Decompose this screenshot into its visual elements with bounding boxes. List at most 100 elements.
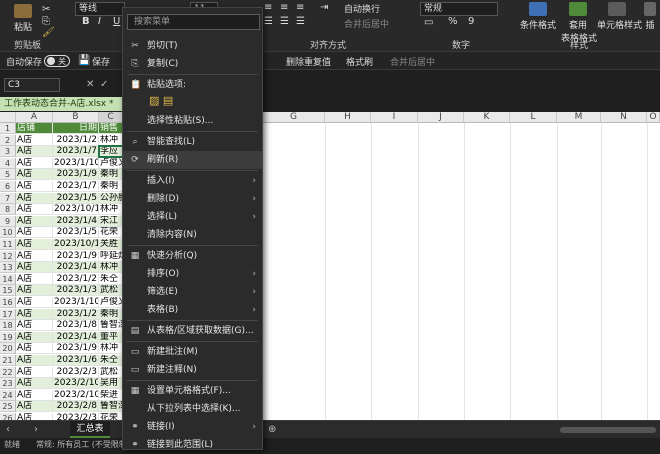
table-cell[interactable]: 李应 <box>98 145 124 159</box>
row-header[interactable]: 19 <box>0 331 16 343</box>
row-header[interactable]: 4 <box>0 157 16 169</box>
column-header[interactable]: O <box>647 112 660 123</box>
table-cell[interactable]: A店 <box>16 366 53 378</box>
column-header[interactable]: J <box>418 112 464 123</box>
align-middle-icon[interactable]: ≡ <box>280 2 288 13</box>
table-cell[interactable]: 2023/1/10 <box>53 297 99 308</box>
underline-button[interactable]: U <box>113 16 120 27</box>
table-cell[interactable]: A店 <box>16 297 53 308</box>
row-header[interactable]: 5 <box>0 169 16 181</box>
worksheet-grid[interactable]: A B C G H I J K L M N O 1 店铺 日期 销售 2 A店 2023/1… <box>0 112 660 424</box>
column-header[interactable]: M <box>557 112 601 123</box>
menu-item-item-12[interactable]: 筛选(E) › <box>123 283 262 301</box>
table-cell[interactable]: 关胜 <box>99 239 123 250</box>
table-cell[interactable]: A店 <box>16 192 53 204</box>
menu-item-item-9[interactable]: 清除内容(N) <box>123 226 262 244</box>
menu-item-format-cells[interactable]: ▦ 设置单元格格式(F)... <box>123 382 262 400</box>
table-cell[interactable]: 2023/1/4 <box>53 331 99 343</box>
table-cell[interactable]: 林冲 <box>99 343 123 355</box>
table-cell[interactable]: 2023/1/2 <box>53 308 99 320</box>
menu-item-search[interactable]: ⌕ 智能查找(L) <box>123 133 262 151</box>
menu-item-comment[interactable]: ▭ 新建批注(M) <box>123 343 262 361</box>
row-header[interactable]: 12 <box>0 250 16 262</box>
row-header[interactable]: 2 <box>0 134 16 146</box>
row-header[interactable]: 16 <box>0 297 16 308</box>
table-cell[interactable]: A店 <box>16 273 53 285</box>
confirm-icon[interactable]: ✓ <box>100 79 108 90</box>
menu-item-item-7[interactable]: 删除(D) › <box>123 190 262 208</box>
conditional-format-button[interactable]: 条件格式 <box>520 2 556 31</box>
select-all-corner[interactable] <box>0 112 16 123</box>
wrap-text-button[interactable]: 自动换行 <box>344 2 380 15</box>
table-cell[interactable]: 2023/2/10 <box>53 389 99 401</box>
table-cell[interactable]: 2023/1/9 <box>53 250 99 262</box>
format-painter-icon[interactable]: 🖌 <box>42 27 55 38</box>
column-header[interactable]: N <box>601 112 647 123</box>
menu-item-paste[interactable]: 📋 粘贴选项: <box>123 76 262 94</box>
table-cell[interactable]: 林冲 <box>99 134 123 146</box>
table-cell[interactable]: 2023/1/9 <box>53 169 99 181</box>
table-cell[interactable]: A店 <box>16 378 53 390</box>
column-header[interactable]: B <box>53 112 99 123</box>
table-cell[interactable]: 秦明 <box>99 169 123 181</box>
table-cell[interactable]: 鲁智深 <box>99 401 123 413</box>
table-cell[interactable]: 2023/2/3 <box>53 366 99 378</box>
menu-item-item-6[interactable]: 插入(I) › <box>123 172 262 190</box>
table-cell[interactable]: 2023/1/4 <box>53 262 99 274</box>
table-cell[interactable]: 呼延灼 <box>99 250 123 262</box>
table-cell[interactable]: 2023/1/2 <box>53 134 99 146</box>
row-header[interactable]: 13 <box>0 262 16 274</box>
table-cell[interactable]: 花荣 <box>99 227 123 239</box>
table-cell[interactable]: 柴进 <box>99 389 123 401</box>
workbook-tab[interactable]: 工作表动态合并-A店.xlsx * <box>0 97 124 111</box>
table-cell[interactable]: A店 <box>16 331 53 343</box>
merge-center-qat-button[interactable]: 合并后居中 <box>390 55 435 68</box>
row-header[interactable]: 20 <box>0 343 16 355</box>
column-header[interactable]: G <box>263 112 325 123</box>
table-cell[interactable]: A店 <box>16 146 53 158</box>
merge-center-button[interactable]: 合并后居中 <box>344 17 389 30</box>
table-cell[interactable]: 2023/1/7 <box>53 146 99 158</box>
menu-item-item-13[interactable]: 表格(B) › <box>123 301 262 319</box>
row-header[interactable]: 24 <box>0 389 16 401</box>
menu-item-note[interactable]: ▭ 新建注释(N) <box>123 361 262 379</box>
row-header[interactable]: 6 <box>0 181 16 192</box>
table-cell[interactable]: 2023/1/5 <box>53 192 99 204</box>
table-cell[interactable]: 公孙胜 <box>99 192 123 204</box>
table-cell[interactable]: 2023/10/10 <box>53 204 99 216</box>
column-header[interactable]: C <box>99 112 123 123</box>
cut-icon[interactable]: ✂ <box>42 4 50 15</box>
row-header[interactable]: 18 <box>0 320 16 332</box>
table-cell[interactable]: 林冲 <box>99 204 123 216</box>
table-cell[interactable]: 2023/10/10 <box>53 239 99 250</box>
table-cell[interactable]: A店 <box>16 355 53 366</box>
paste-options-icons[interactable]: ▨ ▤ <box>149 94 173 107</box>
save-button[interactable]: 保存 <box>92 55 110 68</box>
align-top-icon[interactable]: ≡ <box>264 2 272 13</box>
menu-item-item-3[interactable]: 选择性粘贴(S)... <box>123 112 262 130</box>
remove-duplicates-button[interactable]: 删除重复值 <box>286 55 331 68</box>
table-cell[interactable]: 宋江 <box>99 215 123 227</box>
table-cell[interactable]: A店 <box>16 134 53 146</box>
column-header[interactable]: L <box>510 112 557 123</box>
row-header[interactable]: 14 <box>0 273 16 285</box>
sheet-tab-summary[interactable]: 汇总表 <box>70 421 110 438</box>
table-cell[interactable]: 2023/1/8 <box>53 320 99 332</box>
percent-button[interactable]: % <box>448 16 458 27</box>
column-header[interactable]: H <box>325 112 371 123</box>
row-header[interactable]: 9 <box>0 215 16 227</box>
table-cell[interactable]: 秦明 <box>99 308 123 320</box>
row-header[interactable]: 1 <box>0 123 16 134</box>
autosave-toggle[interactable]: 关 <box>44 55 70 67</box>
align-center-icon[interactable]: ☰ <box>280 16 289 27</box>
table-cell[interactable]: A店 <box>16 204 53 216</box>
table-cell[interactable]: A店 <box>16 181 53 192</box>
menu-item-quick-analysis[interactable]: ▦ 快速分析(Q) <box>123 247 262 265</box>
italic-button[interactable]: I <box>98 16 101 27</box>
table-cell[interactable]: 朱仝 <box>99 273 123 285</box>
column-header[interactable]: K <box>464 112 510 123</box>
table-cell[interactable]: 武松 <box>99 285 123 297</box>
row-header[interactable]: 21 <box>0 355 16 366</box>
menu-item-table[interactable]: ▤ 从表格/区域获取数据(G)... <box>123 322 262 340</box>
table-cell[interactable]: A店 <box>16 239 53 250</box>
